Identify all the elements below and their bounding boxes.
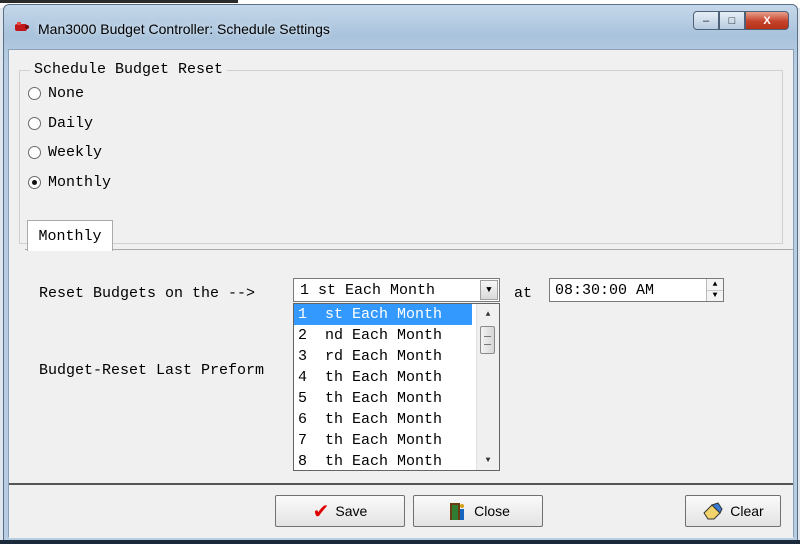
radio-none-circle[interactable]	[28, 87, 41, 100]
radio-daily[interactable]: Daily	[28, 115, 93, 132]
tab-monthly[interactable]: Monthly	[27, 220, 113, 251]
close-button[interactable]: Close	[413, 495, 543, 527]
checkmark-icon: ✔	[312, 500, 330, 523]
eraser-icon	[703, 502, 723, 520]
minimize-button[interactable]: –	[693, 11, 719, 30]
radio-daily-label: Daily	[48, 115, 94, 132]
reset-day-combo[interactable]: 1 st Each Month ▼	[293, 278, 500, 302]
dropdown-option[interactable]: 8 th Each Month	[294, 451, 472, 472]
dropdown-option[interactable]: 4 th Each Month	[294, 367, 472, 388]
time-spinner[interactable]: ▲ ▼	[706, 279, 723, 301]
close-window-button[interactable]: X	[745, 11, 789, 30]
scroll-down-icon[interactable]: ▼	[479, 452, 497, 468]
radio-monthly-circle[interactable]	[28, 176, 41, 189]
dropdown-option[interactable]: 2 nd Each Month	[294, 325, 472, 346]
spin-down-icon[interactable]: ▼	[707, 290, 723, 301]
schedule-group-legend: Schedule Budget Reset	[30, 61, 228, 78]
reset-time-value[interactable]: 08:30:00 AM	[550, 282, 706, 299]
dropdown-option[interactable]: 5 th Each Month	[294, 388, 472, 409]
reset-budgets-label: Reset Budgets on the -->	[39, 285, 256, 302]
clear-label: Clear	[730, 503, 764, 519]
title-bar[interactable]: Man3000 Budget Controller: Schedule Sett…	[4, 5, 797, 49]
radio-monthly-label: Monthly	[48, 174, 112, 191]
combo-arrow-button[interactable]: ▼	[480, 280, 498, 300]
radio-none-label: None	[48, 85, 85, 102]
reset-time-picker[interactable]: 08:30:00 AM ▲ ▼	[549, 278, 724, 302]
dropdown-scrollbar[interactable]: ▲ ▼	[476, 304, 499, 470]
radio-weekly[interactable]: Weekly	[28, 144, 102, 161]
app-icon	[15, 22, 29, 31]
chevron-down-icon: ▼	[486, 285, 492, 295]
bottom-edge-strip	[0, 540, 800, 544]
dropdown-option[interactable]: 6 th Each Month	[294, 409, 472, 430]
dropdown-option[interactable]: 1 st Each Month	[294, 304, 472, 325]
reset-day-dropdown-list[interactable]: 1 st Each Month 2 nd Each Month 3 rd Eac…	[293, 303, 500, 471]
minimize-icon: –	[702, 14, 710, 27]
close-icon: X	[763, 14, 771, 27]
save-button[interactable]: ✔ Save	[275, 495, 405, 527]
window-controls: – □ X	[693, 11, 789, 30]
radio-weekly-circle[interactable]	[28, 146, 41, 159]
dialog-client-area: Schedule Budget Reset None Daily Weekly …	[8, 49, 794, 538]
maximize-icon: □	[728, 14, 736, 27]
door-exit-icon	[450, 503, 465, 520]
scroll-thumb[interactable]	[480, 326, 495, 354]
schedule-group: Schedule Budget Reset None Daily Weekly …	[19, 61, 783, 244]
maximize-button[interactable]: □	[719, 11, 745, 30]
radio-daily-circle[interactable]	[28, 117, 41, 130]
schedule-settings-window: Man3000 Budget Controller: Schedule Sett…	[3, 4, 798, 542]
radio-monthly[interactable]: Monthly	[28, 174, 111, 191]
save-label: Save	[335, 503, 368, 519]
top-edge-dark	[0, 0, 238, 3]
last-performed-text: Budget-Reset Last Preform	[39, 362, 265, 379]
at-label: at	[514, 285, 533, 302]
spin-up-icon[interactable]: ▲	[707, 279, 723, 291]
scroll-up-icon[interactable]: ▲	[479, 306, 497, 322]
dropdown-option[interactable]: 3 rd Each Month	[294, 346, 472, 367]
window-title: Man3000 Budget Controller: Schedule Sett…	[38, 21, 330, 37]
radio-weekly-label: Weekly	[48, 144, 103, 161]
clear-button[interactable]: Clear	[685, 495, 781, 527]
button-bar: ✔ Save Close Clear	[9, 483, 793, 538]
close-label: Close	[474, 503, 510, 519]
radio-none[interactable]: None	[28, 85, 84, 102]
dropdown-option[interactable]: 7 th Each Month	[294, 430, 472, 451]
reset-day-value: 1 st Each Month	[300, 281, 436, 299]
